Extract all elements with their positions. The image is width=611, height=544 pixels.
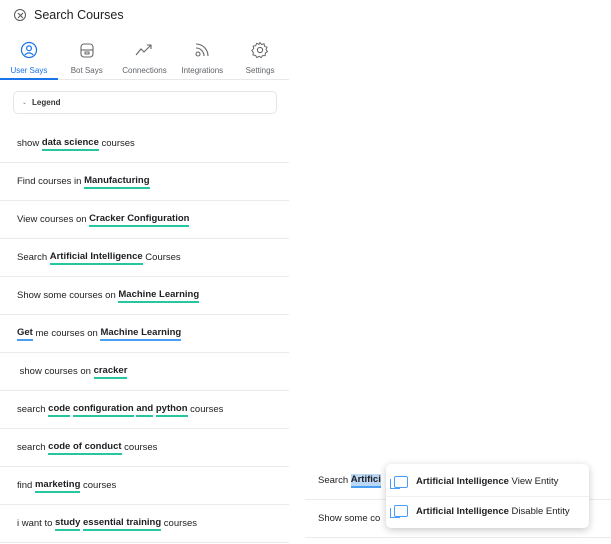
tab-user-says[interactable]: User Says [0,38,58,80]
list-item[interactable]: View courses on Cracker Configuration [0,201,289,239]
entity-annotation[interactable]: Manufacturing [84,175,150,189]
utterance-text: find [17,480,35,491]
disable-entity-menu-item[interactable]: Artificial Intelligence Disable Entity [386,496,589,525]
utterance-text: Courses [142,252,181,263]
tab-label: Settings [245,66,275,75]
list-item[interactable]: search code configuration and python cou… [0,391,289,429]
utterance-text: Search [17,252,50,263]
tab-label: Connections [122,66,167,75]
entity-annotation[interactable]: python [155,403,188,417]
list-item[interactable]: i want to study essential training cours… [0,505,289,543]
utterance-text: courses [98,138,135,149]
utterance-text: Find courses in [17,176,85,187]
utterance-text: courses [161,518,198,529]
header: Search Courses [0,0,289,30]
user-icon [20,41,38,59]
entity-annotation[interactable]: code of conduct [48,441,122,455]
entity-annotation[interactable]: code [48,403,71,417]
chevron-down-icon: ⌄ [22,100,28,106]
list-item[interactable]: search code of conduct courses [0,429,289,467]
list-item[interactable]: show data science courses [0,125,289,163]
utterance-text: courses [121,442,158,453]
connections-icon [135,41,153,59]
entity-annotation[interactable]: marketing [34,479,81,493]
view-entity-menu-item[interactable]: Artificial Intelligence View Entity [386,467,589,496]
entity-annotation[interactable]: data science [41,137,99,151]
utterance-text: View courses on [17,214,90,225]
utterance-text: courses [187,404,224,415]
list-item[interactable]: Find courses in Manufacturing [0,163,289,201]
entity-context-menu: Artificial Intelligence View Entity Arti… [386,464,589,528]
tab-bot-says[interactable]: Bot Says [58,38,116,79]
entity-annotation[interactable]: cracker [93,365,128,379]
list-item[interactable]: Get me courses on Machine Learning [0,315,289,353]
utterance-text: search [17,404,49,415]
entity-icon [390,505,408,518]
tab-settings[interactable]: Settings [231,38,289,79]
menu-entity-name: Artificial Intelligence [416,476,509,487]
bot-icon [79,41,95,59]
utterance-text: search [17,442,49,453]
list-item[interactable]: Search Artificial Intelligence Courses [0,239,289,277]
utterance-list: show data science courses Find courses in… [0,125,289,543]
close-icon[interactable] [14,9,26,21]
entity-annotation[interactable]: Machine Learning [118,289,200,303]
selected-entity-text[interactable]: Artifici [350,473,381,488]
list-item[interactable]: Show some courses on Machine Learning [0,277,289,315]
tab-bar: User Says Bot Says Connections Integrati… [0,38,289,80]
tab-label: User Says [10,66,48,75]
utterance-text: show [17,138,42,149]
menu-action-label: View Entity [508,476,559,487]
utterance-text: Show some co [318,513,381,524]
integrations-icon [194,41,210,59]
legend-toggle[interactable]: ⌄ Legend [13,91,277,114]
left-panel: Search Courses User Says Bot Says Connec… [0,0,289,544]
legend-label: Legend [32,98,61,107]
tab-integrations[interactable]: Integrations [173,38,231,79]
tab-label: Bot Says [70,66,103,75]
entity-annotation[interactable]: Machine Learning [100,327,182,341]
entity-annotation[interactable]: and [136,403,154,417]
utterance-text: Show some courses on [17,290,119,301]
list-item[interactable]: find marketing courses [0,467,289,505]
list-item[interactable]: show courses on cracker [0,353,289,391]
tab-label: Integrations [181,66,224,75]
utterance-text: i want to [17,518,56,529]
utterance-text: show courses on [17,366,94,377]
entity-annotation[interactable]: study [55,517,81,531]
menu-action-label: Disable Entity [508,505,570,517]
entity-annotation[interactable]: essential training [83,517,162,531]
entity-annotation[interactable]: Cracker Configuration [89,213,190,227]
utterance-text: courses [80,480,117,491]
entity-annotation[interactable]: Artificial Intelligence [49,251,143,265]
settings-icon [251,41,269,59]
page-title: Search Courses [34,8,124,22]
utterance-text: Search [318,475,351,486]
entity-annotation[interactable]: Get [17,327,33,341]
menu-entity-name: Artificial Intelligence [416,505,509,517]
entity-icon [390,475,408,489]
utterance-text: me courses on [32,328,101,339]
tab-connections[interactable]: Connections [116,38,174,79]
entity-annotation[interactable]: configuration [72,403,134,417]
